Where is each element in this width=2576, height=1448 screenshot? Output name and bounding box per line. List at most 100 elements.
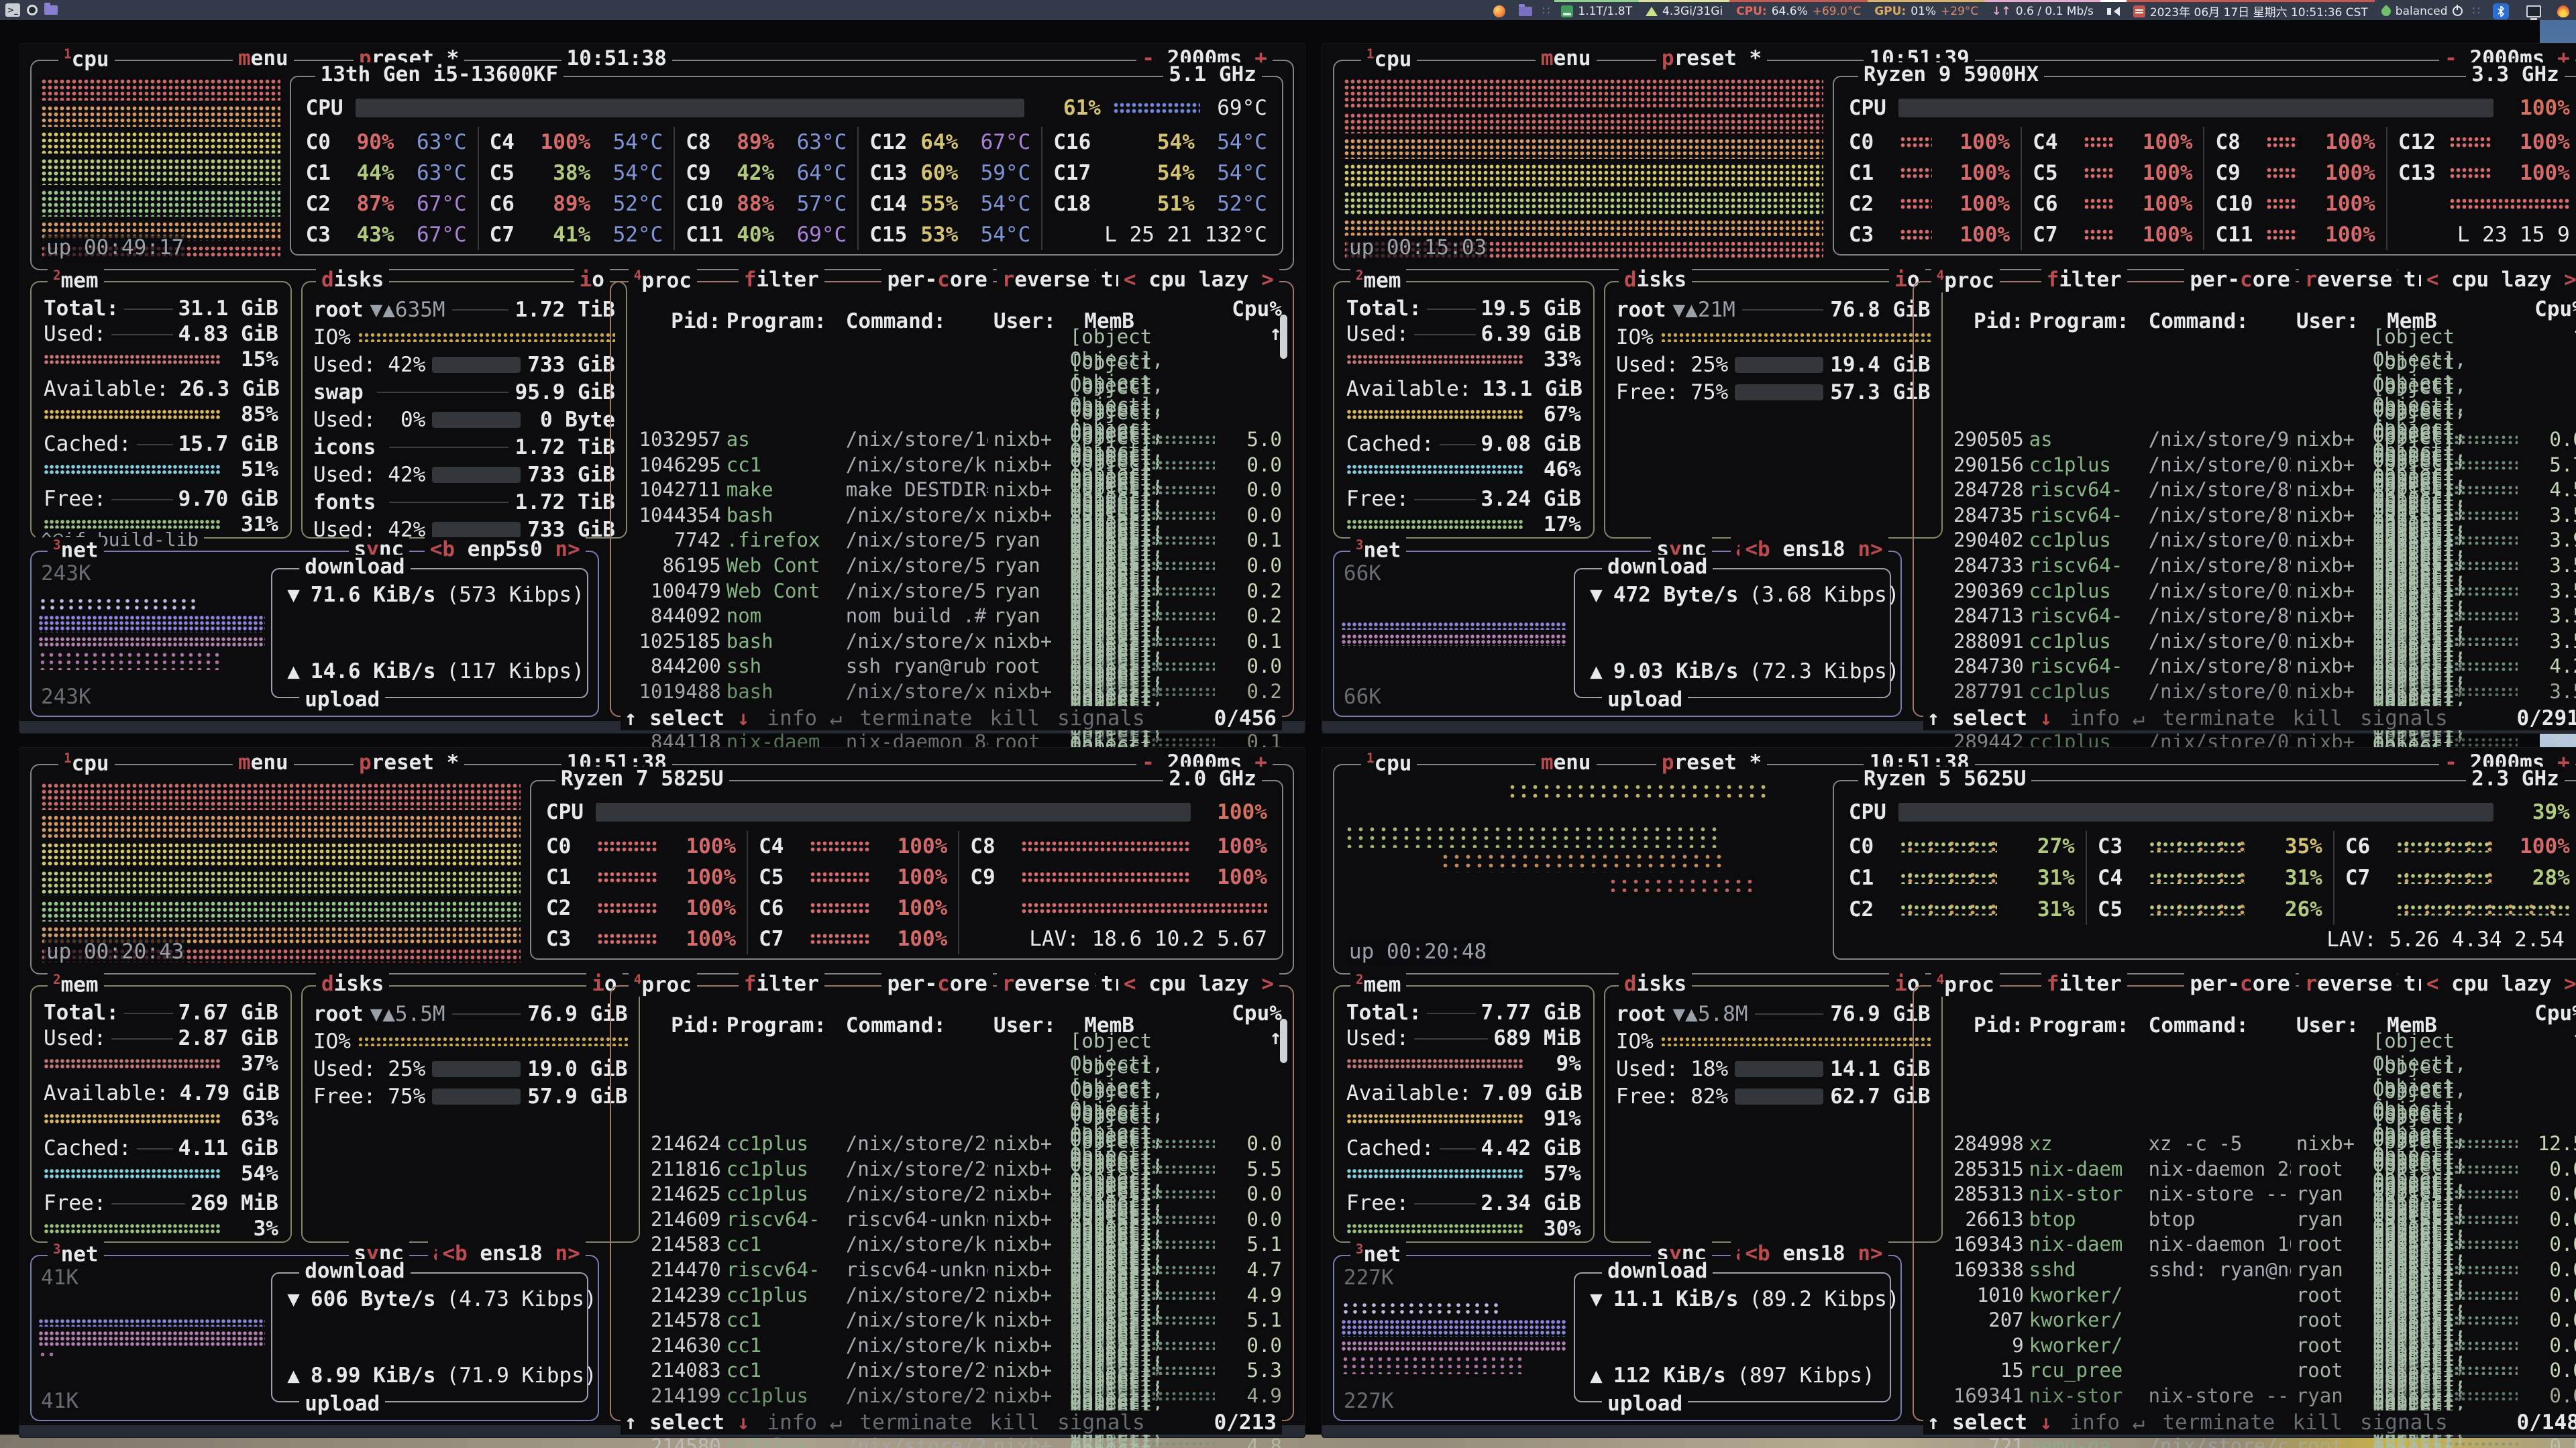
- process-row[interactable]: 211816 cc1plus /nix/store/2vwipws2 nixb+…: [618, 1055, 1286, 1080]
- per-core-button[interactable]: per-core: [2184, 972, 2295, 996]
- process-row[interactable]: 285313 nix-stor nix-store --serve - ryan…: [1921, 1080, 2576, 1105]
- process-row[interactable]: 214624 cc1plus /nix/store/2vwipws2 nixb+…: [618, 1029, 1286, 1055]
- process-row[interactable]: 284998 xz xz -c -5 nixb+ [object Object]…: [1921, 1029, 2576, 1055]
- process-row[interactable]: 290092 cc1plus /nix/store/02cs0d7s nixb+…: [1921, 678, 2576, 704]
- process-row[interactable]: 284733 riscv64- /nix/store/89225k9x nixb…: [1921, 451, 2576, 477]
- process-row[interactable]: 1019488 bash /nix/store/xfb3ykw9 nixb+ […: [618, 577, 1286, 603]
- process-row[interactable]: 1025185 bash /nix/store/xfb3ykw9 nixb+ […: [618, 527, 1286, 553]
- process-row[interactable]: 169343 nix-daem nix-daemon 169341 root […: [1921, 1130, 2576, 1156]
- filter-button[interactable]: filter: [739, 972, 824, 996]
- app-icon[interactable]: [27, 5, 38, 15]
- clock-module[interactable]: 2023年 06月 17日 星期六 10:51:36 CST: [2127, 0, 2375, 20]
- process-row[interactable]: 2330 X /nix/store/16iryvr8 ryan [object …: [618, 678, 1286, 704]
- tab-cpu[interactable]: 1cpu: [58, 46, 115, 71]
- process-row[interactable]: 284735 riscv64- /nix/store/89225k9x nixb…: [1921, 401, 2576, 427]
- process-row[interactable]: 100479 Web Cont /nix/store/51dxgra3 ryan…: [618, 477, 1286, 502]
- process-row[interactable]: 1 systemd /run/current-system root [obje…: [1921, 1357, 2576, 1383]
- process-row[interactable]: 285315 nix-daem nix-daemon 285313 root […: [1921, 1055, 2576, 1080]
- kill-action[interactable]: kill: [2292, 706, 2343, 730]
- flame-tray-module[interactable]: [2551, 0, 2576, 20]
- process-row[interactable]: 290505 as /nix/store/9n1kg164 nixb+ [obj…: [1921, 325, 2576, 351]
- process-row[interactable]: 284736 riscv64- /nix/store/89225k9x nixb…: [1921, 653, 2576, 679]
- process-row[interactable]: 284734 riscv64- /nix/store/89225k9x nixb…: [1921, 603, 2576, 628]
- process-row[interactable]: 284713 riscv64- /nix/store/89225k9x nixb…: [1921, 502, 2576, 527]
- process-row[interactable]: 26613 btop btop ryan [object Object],[ob…: [1921, 1105, 2576, 1131]
- firefox-launcher[interactable]: [1487, 0, 1512, 20]
- process-row[interactable]: 1042324 make make DESTDIR= RPATH nixb+ […: [618, 653, 1286, 679]
- sort-selector[interactable]: < cpu lazy >: [2421, 268, 2576, 292]
- process-row[interactable]: 844200 ssh ssh ryan@ruby -x -i root [obj…: [618, 552, 1286, 577]
- select-action[interactable]: ↑ select ↓: [1927, 706, 2053, 730]
- process-row[interactable]: 214083 cc1 /nix/store/2vwipws2 nixb+ [ob…: [618, 1256, 1286, 1282]
- reverse-button[interactable]: reverse: [997, 268, 1095, 292]
- volume-module[interactable]: [2100, 0, 2127, 20]
- reverse-button[interactable]: reverse: [997, 972, 1095, 996]
- bluetooth-module[interactable]: [2485, 0, 2517, 20]
- menu-button[interactable]: menu: [1536, 46, 1597, 70]
- process-row[interactable]: 100859 Web Cont /nix/store/51dxgra3 ryan…: [618, 603, 1286, 628]
- menu-button[interactable]: menu: [233, 46, 294, 70]
- terminate-action[interactable]: terminate: [2162, 1410, 2275, 1435]
- per-core-button[interactable]: per-core: [2184, 268, 2295, 292]
- info-action[interactable]: info ↵: [2070, 706, 2145, 730]
- sort-selector[interactable]: < cpu lazy >: [1118, 268, 1279, 292]
- process-row[interactable]: 288091 cc1plus /nix/store/02cs0d7s nixb+…: [1921, 527, 2576, 553]
- info-action[interactable]: info ↵: [767, 1410, 842, 1435]
- process-row[interactable]: 290156 cc1plus /nix/store/02cs0d7s nixb+…: [1921, 351, 2576, 376]
- process-row[interactable]: 214633 cc1plus /nix/store/2vwipws2 nixb+…: [618, 1307, 1286, 1333]
- process-row[interactable]: 284730 riscv64- /nix/store/89225k9x nixb…: [1921, 552, 2576, 577]
- kill-action[interactable]: kill: [989, 1410, 1040, 1435]
- process-row[interactable]: 289442 cc1plus /nix/store/02cs0d7s nixb+…: [1921, 628, 2576, 653]
- process-row[interactable]: 86195 Web Cont /nix/store/51dxgra3 ryan …: [618, 451, 1286, 477]
- process-row[interactable]: 207 kworker/ root [object Object],[objec…: [1921, 1206, 2576, 1231]
- process-row[interactable]: 212698 cc1plus /nix/store/2vwipws2 nixb+…: [618, 1357, 1286, 1383]
- process-row[interactable]: 290369 cc1plus /nix/store/02cs0d7s nixb+…: [1921, 477, 2576, 502]
- process-row[interactable]: 214720 cc1 /nix/store/k14gjkxn nixb+ [ob…: [618, 1382, 1286, 1408]
- process-row[interactable]: 9 kworker/ root [object Object],[object …: [1921, 1231, 2576, 1257]
- process-row[interactable]: 844092 nom nom build .#nixosCo ryan [obj…: [618, 502, 1286, 527]
- process-row[interactable]: 7742 .firefox /nix/store/51dxgra3 ryan […: [618, 426, 1286, 451]
- process-scrollbar[interactable]: [1280, 1019, 1287, 1063]
- signals-action[interactable]: signals: [2360, 1410, 2448, 1435]
- process-row[interactable]: 214630 cc1 /nix/store/k14gjkxn nixb+ [ob…: [618, 1231, 1286, 1257]
- kill-action[interactable]: kill: [989, 706, 1040, 730]
- terminal-icon[interactable]: >_: [5, 3, 20, 17]
- process-row[interactable]: 214580 cc1plus /nix/store/2vwipws2 nixb+…: [618, 1332, 1286, 1357]
- signals-action[interactable]: signals: [2360, 706, 2448, 730]
- cpu-module[interactable]: CPU: 64.6%+69.0°C: [1729, 0, 1868, 20]
- per-core-button[interactable]: per-core: [881, 972, 992, 996]
- network-module[interactable]: ↓↑ 0.6 / 0.1 Mb/s: [1985, 0, 2100, 20]
- process-row[interactable]: 214625 cc1plus /nix/store/2vwipws2 nixb+…: [618, 1080, 1286, 1105]
- info-action[interactable]: info ↵: [2070, 1410, 2145, 1435]
- menu-button[interactable]: menu: [1536, 750, 1597, 775]
- process-row[interactable]: 169341 nix-stor nix-store --serve - ryan…: [1921, 1282, 2576, 1307]
- process-row[interactable]: 214470 riscv64- riscv64-unknown-lin nixb…: [618, 1156, 1286, 1181]
- memory-module[interactable]: 4.3Gi/31Gi: [1639, 0, 1729, 20]
- tab-cpu[interactable]: 1cpu: [58, 750, 115, 775]
- net-interface-switcher[interactable]: <b ens18 n>: [1739, 1241, 1888, 1266]
- tab-cpu[interactable]: 1cpu: [1361, 46, 1417, 71]
- process-row[interactable]: 1032957 as /nix/store/1d1iak5n nixb+ [ob…: [618, 325, 1286, 351]
- sort-selector[interactable]: < cpu lazy >: [2421, 972, 2576, 996]
- process-header-row[interactable]: Pid: Program: Command: User: MemB Cpu% ↑: [1921, 297, 2576, 325]
- process-row[interactable]: 214199 cc1plus /nix/store/2vwipws2 nixb+…: [618, 1282, 1286, 1307]
- power-profile-module[interactable]: balanced: [2375, 0, 2469, 20]
- io-mode-button[interactable]: io: [574, 268, 610, 292]
- process-header-row[interactable]: Pid: Program: Command: User: MemB Cpu% ↑: [618, 1001, 1286, 1029]
- sort-selector[interactable]: < cpu lazy >: [1118, 972, 1279, 996]
- process-row[interactable]: 640 systemd- /nix/store/6nkzr60n syst+ […: [1921, 1307, 2576, 1333]
- disk-module[interactable]: 1.1T/1.8T: [1554, 0, 1639, 20]
- process-row[interactable]: 284728 riscv64- /nix/store/89225k9x nixb…: [1921, 376, 2576, 401]
- preset-button[interactable]: preset *: [1656, 750, 1767, 775]
- filter-button[interactable]: filter: [2041, 972, 2127, 996]
- tab-cpu[interactable]: 1cpu: [1361, 750, 1417, 775]
- process-row[interactable]: 1046295 cc1 /nix/store/k14gjkxn nixb+ [o…: [618, 351, 1286, 376]
- menu-button[interactable]: menu: [233, 750, 294, 775]
- kill-action[interactable]: kill: [2292, 1410, 2343, 1435]
- terminate-action[interactable]: terminate: [2162, 706, 2275, 730]
- terminate-action[interactable]: terminate: [859, 1410, 972, 1435]
- filter-button[interactable]: filter: [2041, 268, 2127, 292]
- terminate-action[interactable]: terminate: [859, 706, 972, 730]
- process-row[interactable]: 290402 cc1plus /nix/store/02cs0d7s nixb+…: [1921, 426, 2576, 451]
- per-core-button[interactable]: per-core: [881, 268, 992, 292]
